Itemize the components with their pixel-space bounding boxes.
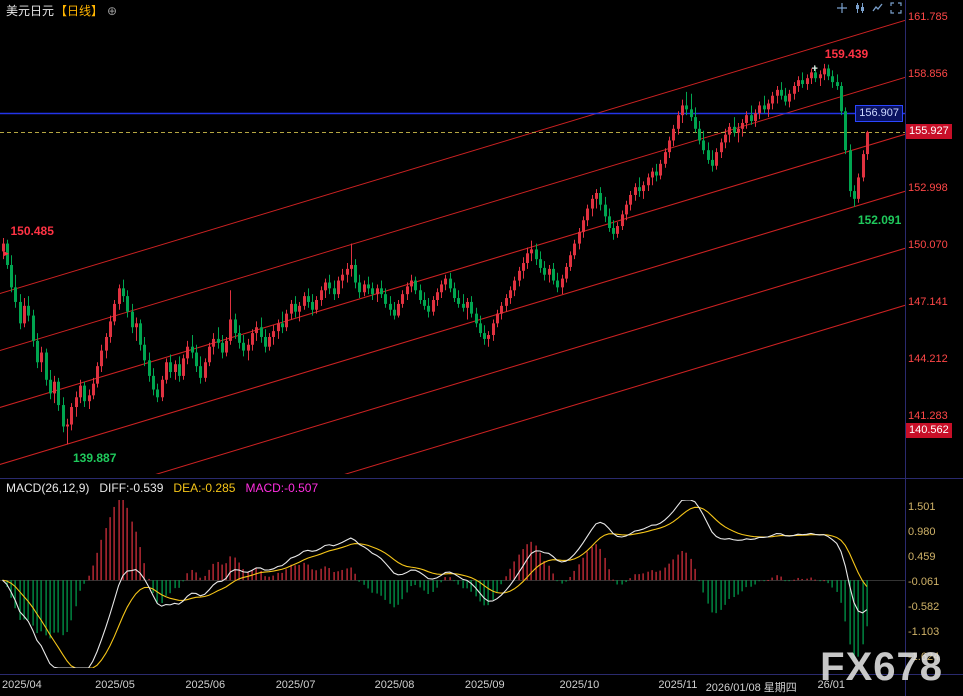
macd-diff-value: DIFF:-0.539 bbox=[99, 481, 163, 495]
annotation-jan-low-label: 152.091 bbox=[858, 213, 901, 227]
x-axis-label: 2025/06 bbox=[185, 679, 225, 691]
macd-params-label: MACD(26,12,9) bbox=[6, 481, 89, 495]
x-axis-label: 2025/10 bbox=[560, 679, 600, 691]
watermark: FX678 bbox=[820, 645, 943, 690]
macd-axis-label: 0.980 bbox=[908, 526, 936, 538]
x-axis-label: 2025/09 bbox=[465, 679, 505, 691]
price-chart-canvas[interactable] bbox=[0, 0, 963, 696]
macd-axis-label: -0.061 bbox=[908, 576, 939, 588]
chart-toolbar bbox=[835, 2, 903, 14]
period-label[interactable]: 【日线】 bbox=[55, 2, 103, 19]
fullscreen-icon[interactable] bbox=[889, 2, 903, 14]
x-axis-label: 2025/05 bbox=[95, 679, 135, 691]
x-axis-label: 2025/07 bbox=[276, 679, 316, 691]
chart-header: 美元日元 【日线】 ⊕ bbox=[6, 2, 117, 19]
current-price-label: 155.927 bbox=[906, 124, 952, 139]
macd-axis-label: -0.582 bbox=[908, 601, 939, 613]
line-chart-icon[interactable] bbox=[871, 2, 885, 14]
annotation-anchor-arrow-marker: ► bbox=[3, 249, 11, 258]
macd-macd-value: MACD:-0.507 bbox=[245, 481, 318, 495]
macd-header: MACD(26,12,9) DIFF:-0.539 DEA:-0.285 MAC… bbox=[6, 481, 318, 495]
price-axis-label: 141.283 bbox=[908, 410, 948, 422]
price-axis-label: 144.212 bbox=[908, 353, 948, 365]
annotation-swing-high-label: 159.439 bbox=[825, 47, 868, 61]
x-axis-label: 2026/01/08 星期四 bbox=[706, 679, 797, 695]
alert-price-label-blue[interactable]: 156.907 bbox=[855, 105, 903, 122]
price-axis-label: 147.141 bbox=[908, 296, 948, 308]
annotation-anchor-plus-marker: + bbox=[812, 63, 818, 75]
annotation-apr-high-label: 150.485 bbox=[11, 224, 54, 238]
add-indicator-icon[interactable]: ⊕ bbox=[107, 4, 117, 18]
price-axis-label: 150.070 bbox=[908, 239, 948, 251]
x-axis-label: 2025/11 bbox=[658, 679, 697, 691]
annotation-apr-low-label: 139.887 bbox=[73, 451, 116, 465]
symbol-title: 美元日元 bbox=[6, 2, 54, 19]
macd-axis-label: 0.459 bbox=[908, 551, 936, 563]
price-axis-label: 152.998 bbox=[908, 182, 948, 194]
price-axis-label: 158.856 bbox=[908, 68, 948, 80]
alert-price-label-low: 140.562 bbox=[906, 423, 952, 438]
macd-axis-label: -1.103 bbox=[908, 626, 939, 638]
candlestick-chart-icon[interactable] bbox=[853, 2, 867, 14]
macd-dea-value: DEA:-0.285 bbox=[173, 481, 235, 495]
crosshair-icon[interactable] bbox=[835, 2, 849, 14]
macd-axis-label: 1.501 bbox=[908, 501, 936, 513]
x-axis-label: 2025/08 bbox=[375, 679, 415, 691]
fx678-chart-app: { "header": {"symbol": "美元日元", "period":… bbox=[0, 0, 963, 696]
x-axis-label: 2025/04 bbox=[2, 679, 42, 691]
price-axis-label: 161.785 bbox=[908, 11, 948, 23]
